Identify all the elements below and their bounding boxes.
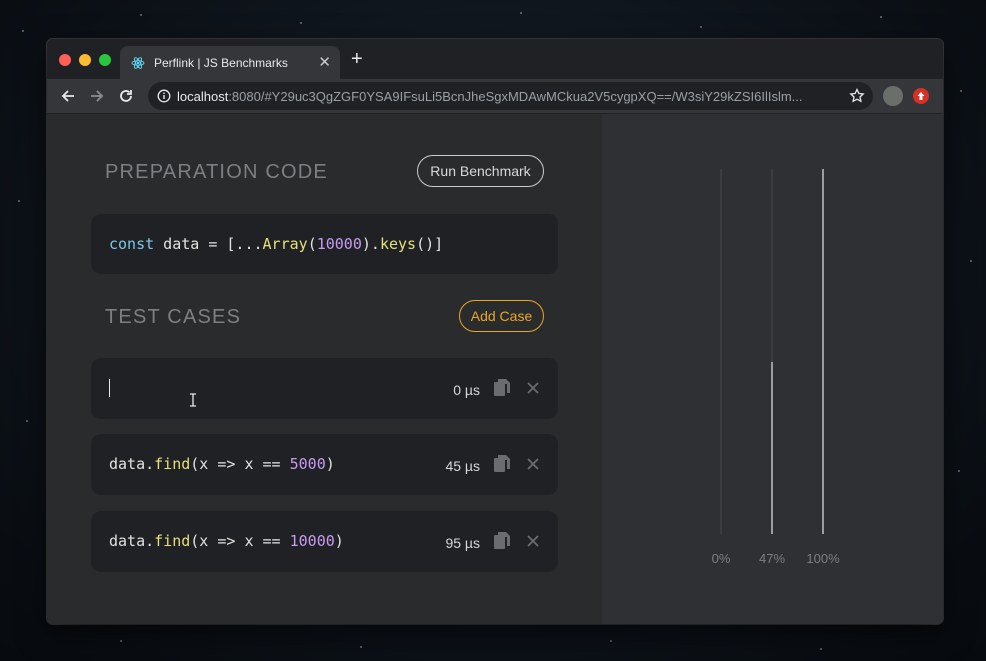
close-window-button[interactable] [59,54,71,66]
delete-case-icon[interactable] [526,381,540,395]
test-case-card[interactable]: data.find(x => x == 5000) 45 µs [91,434,558,495]
text-cursor [109,379,110,397]
copy-icon[interactable] [493,454,511,474]
result-label: 0% [711,551,731,566]
extension-avatar-icon[interactable] [883,86,903,106]
url-text: localhost:8080/#Y29uc3QgZGF0YSA9IFsuLi5B… [177,88,803,104]
address-bar[interactable]: localhost:8080/#Y29uc3QgZGF0YSA9IFsuLi5B… [148,82,873,110]
react-icon [131,56,145,70]
result-bar-fill [822,169,824,534]
minimize-window-button[interactable] [79,54,91,66]
result-label: 100% [806,551,840,566]
plus-icon[interactable]: + [351,49,363,69]
extension-red-icon[interactable] [913,88,929,104]
copy-icon[interactable] [493,531,511,551]
back-icon[interactable] [57,85,79,107]
maximize-window-button[interactable] [99,54,111,66]
reload-icon[interactable] [115,85,137,107]
bookmark-star-icon[interactable] [849,88,865,104]
test-cases-title: TEST CASES [105,306,242,328]
forward-icon[interactable] [86,85,108,107]
test-case-code: data.find(x => x == 10000) [109,532,344,550]
test-case-card[interactable]: 0 µs [91,358,558,419]
result-label: 47% [758,551,786,566]
test-case-timing: 0 µs [453,382,480,398]
delete-case-icon[interactable] [526,457,540,471]
test-case-timing: 45 µs [445,458,480,474]
browser-window: Perflink | JS Benchmarks ✕ + localhost:8… [47,39,943,624]
result-bar-0 [720,169,722,534]
add-case-button[interactable]: Add Case [459,300,544,332]
test-case-code: data.find(x => x == 5000) [109,455,335,473]
close-icon[interactable]: ✕ [318,55,331,70]
preparation-code: const data = [...Array(10000).keys()] [109,235,444,253]
title-bar: Perflink | JS Benchmarks ✕ + [47,39,943,79]
preparation-code-editor[interactable]: const data = [...Array(10000).keys()] [91,214,558,274]
info-icon[interactable] [157,89,171,103]
delete-case-icon[interactable] [526,534,540,548]
browser-tab[interactable]: Perflink | JS Benchmarks ✕ [120,46,340,79]
result-bar-2 [822,169,824,534]
copy-icon[interactable] [493,378,511,398]
ibeam-cursor-icon [190,393,196,407]
test-case-timing: 95 µs [445,535,480,551]
run-benchmark-button[interactable]: Run Benchmark [417,155,544,187]
result-bar-fill [771,362,773,534]
browser-toolbar: localhost:8080/#Y29uc3QgZGF0YSA9IFsuLi5B… [47,79,943,114]
results-panel: 0% 47% 100% [602,114,943,624]
page-content: PREPARATION CODE Run Benchmark const dat… [47,114,943,624]
tab-title: Perflink | JS Benchmarks [154,55,288,70]
test-case-card[interactable]: data.find(x => x == 10000) 95 µs [91,511,558,572]
preparation-title: PREPARATION CODE [105,161,328,183]
result-bar-1 [771,169,773,534]
